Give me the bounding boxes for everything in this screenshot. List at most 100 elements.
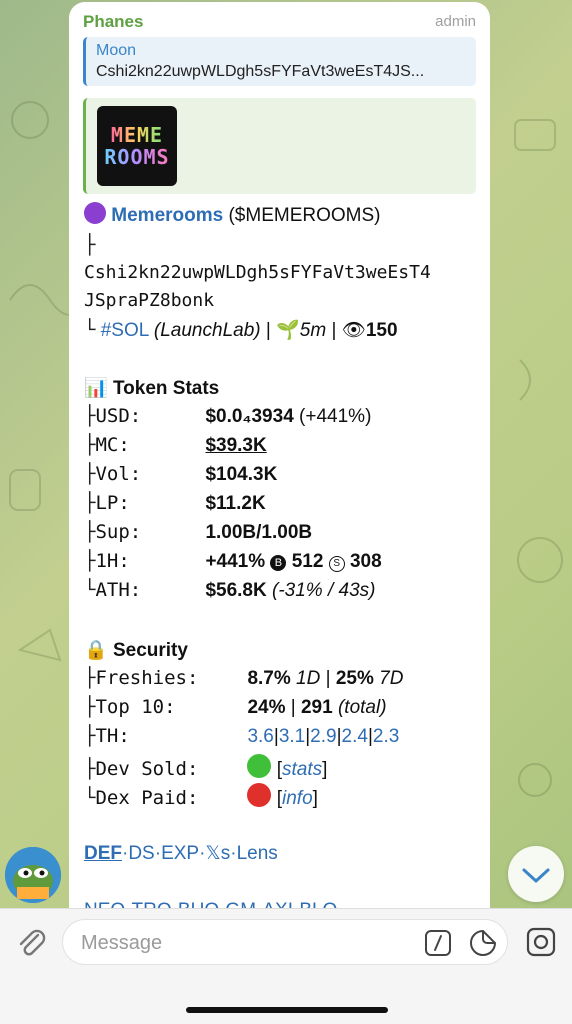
stat-row-usd: ├USD: $0.0₄3934 (+441%) xyxy=(84,405,372,427)
token-ticker: ($MEMEROOMS) xyxy=(228,205,381,226)
top10-pct: 24% xyxy=(247,697,286,718)
sender-name[interactable]: Phanes xyxy=(83,12,143,31)
green-circle-icon xyxy=(247,754,272,778)
platform-label: (LaunchLab) xyxy=(153,320,261,341)
token-address-line-1[interactable]: Cshi2kn22uwpWLDgh5sFYFaVt3weEsT4 xyxy=(84,262,431,283)
stat-row-ath: └ATH: $56.8K (-31% / 43s) xyxy=(84,579,376,601)
freshies-7d-unit: 7D xyxy=(379,668,404,689)
link-xs[interactable]: 𝕏s xyxy=(205,843,230,864)
command-icon[interactable] xyxy=(423,928,453,958)
link-exp[interactable]: EXP xyxy=(161,843,199,864)
token-meta-row: └ #SOL (LaunchLab) | 🌱5m | 👁150 xyxy=(84,319,398,341)
freshies-1d-unit: 1D xyxy=(296,668,321,689)
paperclip-icon[interactable] xyxy=(14,925,48,959)
freshies-7d: 25% xyxy=(335,668,374,689)
message-composer: Message xyxy=(0,908,572,1024)
th-link[interactable]: 3.6 xyxy=(247,726,273,747)
reply-author: Moon xyxy=(96,42,137,59)
h1-buys: 512 xyxy=(291,551,324,572)
usd-label: USD: xyxy=(95,405,142,427)
purple-circle-icon xyxy=(84,202,106,224)
security-title: Security xyxy=(112,640,188,661)
usd-change: (+441%) xyxy=(299,406,372,427)
th-link[interactable]: 2.3 xyxy=(373,726,399,747)
stat-row-mc: ├MC: $39.3K xyxy=(84,434,267,456)
view-count: 150 xyxy=(365,320,398,341)
stat-row-vol: ├Vol: $104.3K xyxy=(84,463,278,485)
link-lens[interactable]: Lens xyxy=(237,843,278,864)
reply-quote[interactable]: Moon Cshi2kn22uwpWLDgh5sFYFaVt3weEsT4JS.… xyxy=(83,37,476,86)
mc-value[interactable]: $39.3K xyxy=(205,435,266,456)
token-name-link[interactable]: Memerooms xyxy=(111,205,223,226)
logo-line-1: MEME xyxy=(110,123,164,147)
usd-value: $0.0₄3934 xyxy=(205,406,294,427)
chevron-down-icon xyxy=(522,868,550,883)
th-link[interactable]: 3.1 xyxy=(279,726,305,747)
camera-icon[interactable] xyxy=(524,925,558,959)
sticker-icon[interactable] xyxy=(468,928,498,958)
token-stats-heading: 📊 Token Stats xyxy=(84,376,219,400)
link-ds[interactable]: DS xyxy=(128,843,154,864)
th-link[interactable]: 2.4 xyxy=(342,726,368,747)
token-title-row: Memerooms ($MEMEROOMS) xyxy=(84,202,380,227)
th-link[interactable]: 2.9 xyxy=(310,726,336,747)
lp-value: $11.2K xyxy=(205,493,266,514)
token-age: 5m xyxy=(299,320,327,341)
security-heading: 🔒 Security xyxy=(84,638,188,662)
message-header: Phanes admin xyxy=(83,12,476,34)
link-def[interactable]: DEF xyxy=(84,843,122,864)
security-row-freshies: ├Freshies: 8.7% 1D | 25% 7D xyxy=(84,667,404,689)
reply-text: Cshi2kn22uwpWLDgh5sFYFaVt3weEsT4JS... xyxy=(96,63,425,80)
ath-detail: (-31% / 43s) xyxy=(272,580,376,601)
freshies-1d: 8.7% xyxy=(247,668,291,689)
stat-row-1h: ├1H: +441% B 512 S 308 xyxy=(84,550,382,572)
security-row-dex-paid: └Dex Paid: [info] xyxy=(84,783,318,810)
tree-end: └ xyxy=(84,319,96,341)
chain-hashtag[interactable]: #SOL xyxy=(101,320,149,341)
h1-sells: 308 xyxy=(349,551,382,572)
home-indicator xyxy=(186,1007,388,1013)
stat-row-sup: ├Sup: 1.00B/1.00B xyxy=(84,521,313,543)
ath-label: ATH: xyxy=(95,579,142,601)
top10-label: Top 10: xyxy=(95,696,176,718)
red-circle-icon xyxy=(247,783,272,807)
vol-label: Vol: xyxy=(95,463,142,485)
sup-label: Sup: xyxy=(95,521,142,543)
security-row-th: ├TH: 3.6|3.1|2.9|2.4|2.3 xyxy=(84,725,400,747)
link-preview[interactable]: MEME ROOMS xyxy=(83,98,476,194)
stat-row-lp: ├LP: $11.2K xyxy=(84,492,266,514)
sells-icon: S xyxy=(328,556,345,572)
tree-branch: ├ xyxy=(84,234,96,256)
message-placeholder: Message xyxy=(81,932,163,954)
message-input[interactable]: Message xyxy=(62,919,508,965)
buys-icon: B xyxy=(270,555,287,571)
dex-paid-info-link[interactable]: info xyxy=(282,788,313,809)
logo-line-2: ROOMS xyxy=(104,145,170,169)
dev-sold-stats-link[interactable]: stats xyxy=(282,759,322,780)
top10-total: 291 xyxy=(300,697,333,718)
security-row-dev-sold: ├Dev Sold: [stats] xyxy=(84,754,327,781)
eye-icon: 👁 xyxy=(341,320,366,341)
freshies-label: Freshies: xyxy=(95,667,199,689)
ath-value: $56.8K xyxy=(205,580,267,601)
scroll-down-button[interactable] xyxy=(508,846,564,902)
security-row-top10: ├Top 10: 24% | 291 (total) xyxy=(84,696,387,718)
vol-value: $104.3K xyxy=(205,464,278,485)
h1-label: 1H: xyxy=(95,550,130,572)
memerooms-logo: MEME ROOMS xyxy=(97,106,177,186)
mc-label: MC: xyxy=(95,434,130,456)
token-address-line-2[interactable]: JSpraPZ8bonk xyxy=(84,290,214,311)
bar-chart-icon: 📊 xyxy=(84,378,108,399)
top10-total-label: (total) xyxy=(337,697,387,718)
dex-paid-label: Dex Paid: xyxy=(95,787,199,809)
token-stats-title: Token Stats xyxy=(112,378,220,399)
lock-icon: 🔒 xyxy=(84,640,108,661)
lp-label: LP: xyxy=(95,492,130,514)
sender-role-badge: admin xyxy=(435,13,476,30)
h1-change: +441% xyxy=(205,551,266,572)
avatar[interactable] xyxy=(5,847,61,903)
message-bubble: Phanes admin Moon Cshi2kn22uwpWLDgh5sFYF… xyxy=(69,2,490,932)
links-row: DEF·DS·EXP·𝕏s·Lens xyxy=(84,843,278,864)
th-label: TH: xyxy=(95,725,130,747)
seedling-icon: 🌱 xyxy=(276,320,300,341)
